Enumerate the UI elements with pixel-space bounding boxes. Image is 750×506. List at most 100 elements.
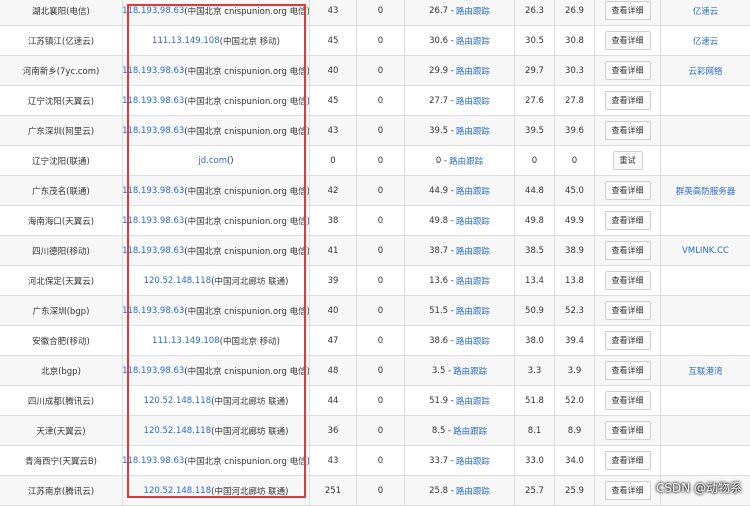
ip-cell: 118.193.98.63 (中国北京 cnispunion.org 电信)	[123, 206, 310, 235]
route-trace-link[interactable]: 路由跟踪	[456, 245, 490, 257]
ip-link[interactable]: jd.com	[198, 156, 227, 166]
ip-link[interactable]: 118.193.98.63	[123, 66, 184, 76]
stat-col4-value: 0	[377, 95, 384, 106]
route-trace-link[interactable]: 路由跟踪	[456, 485, 490, 497]
route-trace-link[interactable]: 路由跟踪	[449, 155, 483, 167]
view-detail-button[interactable]: 查看详细	[604, 31, 651, 50]
sponsor-link[interactable]: 云彩网络	[688, 65, 722, 77]
view-detail-button[interactable]: 查看详细	[604, 361, 651, 380]
stat-col3-value: 251	[324, 485, 342, 496]
ip-link[interactable]: 120.52.148.118	[144, 426, 212, 436]
location-label: 青海西宁(天翼云B)	[25, 456, 97, 467]
sponsor-link[interactable]: 亿速云	[693, 35, 719, 47]
route-trace-link[interactable]: 路由跟踪	[456, 95, 490, 107]
location-cell: 四川成都(腾讯云)	[0, 386, 123, 415]
view-detail-button[interactable]: 查看详细	[604, 331, 651, 350]
action-cell: 查看详细	[595, 416, 661, 445]
stat-col3-cell: 43	[310, 446, 357, 475]
max-cell: 39.6	[555, 116, 595, 145]
stat-col4-cell: 0	[357, 0, 405, 25]
route-trace-link[interactable]: 路由跟踪	[453, 365, 487, 377]
view-detail-button[interactable]: 查看详细	[604, 121, 651, 140]
ip-link[interactable]: 118.193.98.63	[123, 306, 184, 316]
stat-col3-cell: 40	[310, 56, 357, 85]
view-detail-button[interactable]: 查看详细	[604, 391, 651, 410]
view-detail-button[interactable]: 查看详细	[604, 271, 651, 290]
min-value: 26.3	[525, 5, 544, 16]
avg-value: 51.9	[429, 395, 449, 406]
min-cell: 8.1	[515, 416, 555, 445]
sponsor-link[interactable]: 互联港湾	[688, 365, 722, 377]
ip-link[interactable]: 118.193.98.63	[123, 126, 184, 136]
ip-link[interactable]: 111.13.149.108	[152, 336, 220, 346]
stat-col4-value: 0	[377, 395, 384, 406]
csdn-watermark: CSDN @动物系	[655, 481, 742, 495]
ip-link[interactable]: 118.193.98.63	[123, 96, 184, 106]
ip-cell: 120.52.148.118 (中国河北廊坊 联通)	[123, 416, 310, 445]
route-trace-link[interactable]: 路由跟踪	[456, 65, 490, 77]
min-cell: 39.5	[515, 116, 555, 145]
view-detail-button[interactable]: 查看详细	[604, 211, 651, 230]
ip-link[interactable]: 111.13.149.108	[152, 36, 220, 46]
ip-link[interactable]: 120.52.148.118	[144, 486, 212, 496]
action-cell: 查看详细	[595, 476, 661, 505]
route-trace-link[interactable]: 路由跟踪	[456, 275, 490, 287]
min-cell: 38.5	[515, 236, 555, 265]
view-detail-button[interactable]: 重试	[612, 151, 643, 170]
view-detail-button[interactable]: 查看详细	[604, 91, 651, 110]
location-label: 江苏南京(腾讯云)	[27, 486, 95, 497]
table-row: 辽宁沈阳(天翼云) 118.193.98.63 (中国北京 cnispunion.…	[0, 86, 750, 116]
route-trace-link[interactable]: 路由跟踪	[456, 185, 490, 197]
view-detail-button[interactable]: 查看详细	[604, 241, 651, 260]
ip-link[interactable]: 118.193.98.63	[123, 6, 184, 16]
table-row: 北京(bgp) 118.193.98.63 (中国北京 cnispunion.or…	[0, 356, 750, 386]
action-cell: 重试	[595, 146, 661, 175]
route-trace-link[interactable]: 路由跟踪	[456, 35, 490, 47]
view-detail-button[interactable]: 查看详细	[604, 421, 651, 440]
ip-link[interactable]: 118.193.98.63	[123, 456, 184, 466]
max-cell: 8.9	[555, 416, 595, 445]
table-row: 广东深圳(bgp) 118.193.98.63 (中国北京 cnispunion.…	[0, 296, 750, 326]
ip-link[interactable]: 120.52.148.118	[144, 396, 212, 406]
route-trace-link[interactable]: 路由跟踪	[456, 215, 490, 227]
route-trace-link[interactable]: 路由跟踪	[456, 395, 490, 407]
ip-cell: 111.13.149.108 (中国北京 移动)	[123, 26, 310, 55]
avg-cell: 51.5 - 路由跟踪	[405, 296, 515, 325]
avg-separator: -	[445, 425, 452, 436]
ip-link[interactable]: 118.193.98.63	[123, 366, 184, 376]
stat-col4-value: 0	[377, 65, 384, 76]
ip-location-info: (中国北京 cnispunion.org 电信)	[184, 96, 310, 107]
route-trace-link[interactable]: 路由跟踪	[456, 335, 490, 347]
view-detail-button[interactable]: 查看详细	[604, 61, 651, 80]
stat-col4-value: 0	[377, 35, 384, 46]
view-detail-button[interactable]: 查看详细	[604, 1, 651, 20]
view-detail-button[interactable]: 查看详细	[604, 481, 651, 500]
stat-col3-cell: 38	[310, 206, 357, 235]
route-trace-link[interactable]: 路由跟踪	[453, 425, 487, 437]
route-trace-link[interactable]: 路由跟踪	[456, 5, 490, 17]
avg-value: 44.9	[429, 185, 449, 196]
stat-col3-value: 43	[327, 455, 339, 466]
sponsor-cell	[661, 86, 750, 115]
ip-link[interactable]: 118.193.98.63	[123, 246, 184, 256]
ip-link[interactable]: 118.193.98.63	[123, 216, 184, 226]
location-cell: 广东深圳(阿里云)	[0, 116, 123, 145]
avg-value: 51.5	[429, 305, 449, 316]
sponsor-link[interactable]: 群英高防服务器	[676, 185, 736, 197]
location-label: 四川成都(腾讯云)	[27, 396, 95, 407]
location-cell: 湖北襄阳(电信)	[0, 0, 123, 25]
min-value: 0	[531, 155, 538, 166]
sponsor-link[interactable]: 亿速云	[693, 5, 719, 17]
route-trace-link[interactable]: 路由跟踪	[456, 125, 490, 137]
sponsor-link[interactable]: VMLINK.CC	[682, 246, 729, 256]
action-cell: 查看详细	[595, 266, 661, 295]
view-detail-button[interactable]: 查看详细	[604, 451, 651, 470]
ip-link[interactable]: 118.193.98.63	[123, 186, 184, 196]
view-detail-button[interactable]: 查看详细	[604, 301, 651, 320]
ip-link[interactable]: 120.52.148.118	[144, 276, 212, 286]
view-detail-button[interactable]: 查看详细	[604, 181, 651, 200]
stat-col3-cell: 48	[310, 356, 357, 385]
route-trace-link[interactable]: 路由跟踪	[456, 455, 490, 467]
route-trace-link[interactable]: 路由跟踪	[456, 305, 490, 317]
stat-col4-value: 0	[377, 155, 384, 166]
